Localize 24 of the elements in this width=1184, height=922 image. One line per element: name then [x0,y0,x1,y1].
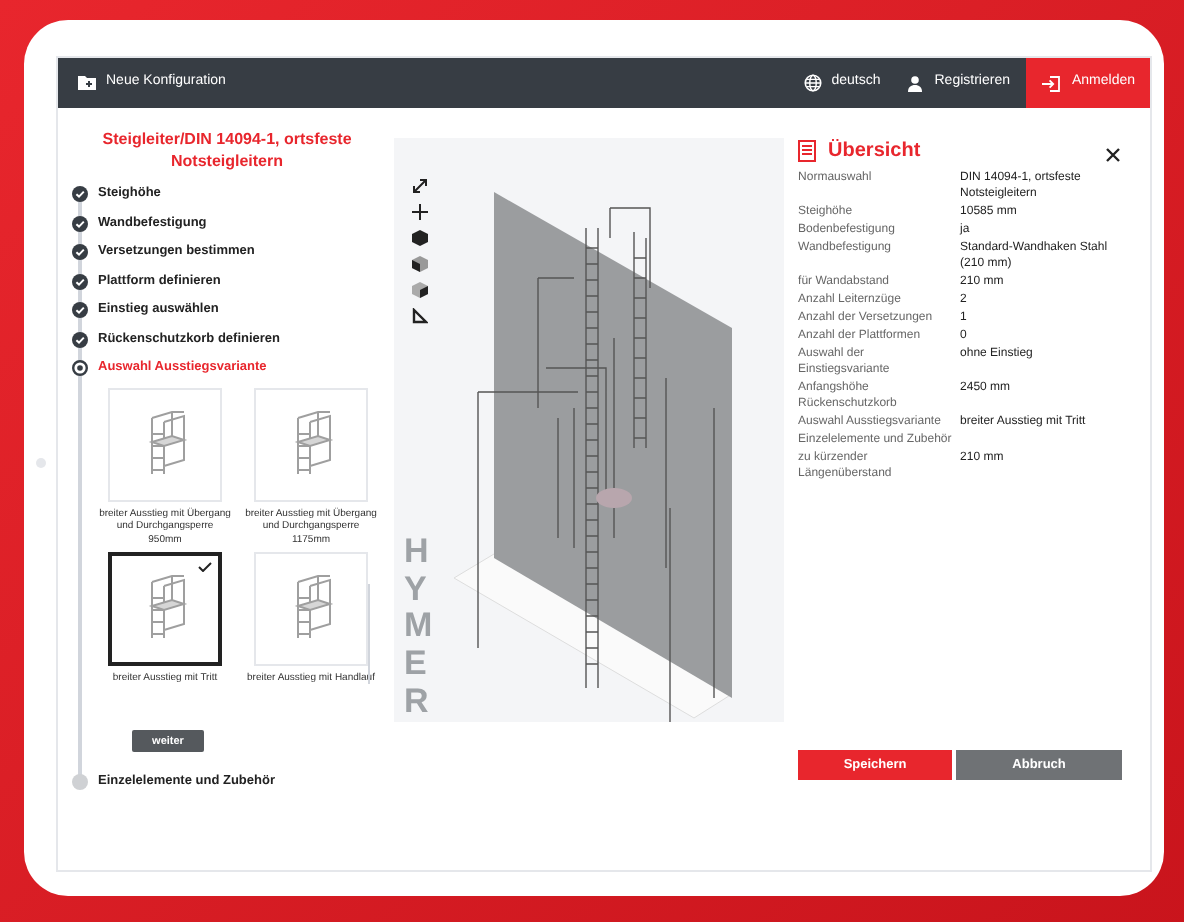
check-circle-icon [72,331,88,348]
cube-side-icon[interactable] [412,256,429,272]
current-step-icon [72,360,88,377]
globe-icon [803,74,822,92]
check-circle-icon [72,215,88,232]
option-card[interactable] [108,551,222,665]
cube-icon[interactable] [412,230,429,246]
expand-icon[interactable] [412,178,429,194]
user-icon [908,75,923,91]
cube-front-icon[interactable] [412,282,429,298]
document-icon [798,140,817,162]
check-icon [198,561,212,571]
folder-icon [78,76,96,90]
brand-logo: HYMER [404,534,435,721]
close-icon[interactable] [1106,148,1120,162]
check-circle-icon [72,302,88,319]
check-circle-icon [72,244,88,261]
configurator-title: Steigleiter/DIN 14094-1, ortsfeste Notsteigleitern [100,128,354,172]
move-icon[interactable] [412,204,429,220]
ruler-triangle-icon[interactable] [412,308,429,324]
check-circle-icon [72,273,88,290]
summary-title: Übersicht [828,137,921,166]
login-icon [1042,75,1060,91]
check-circle-icon [72,186,88,203]
